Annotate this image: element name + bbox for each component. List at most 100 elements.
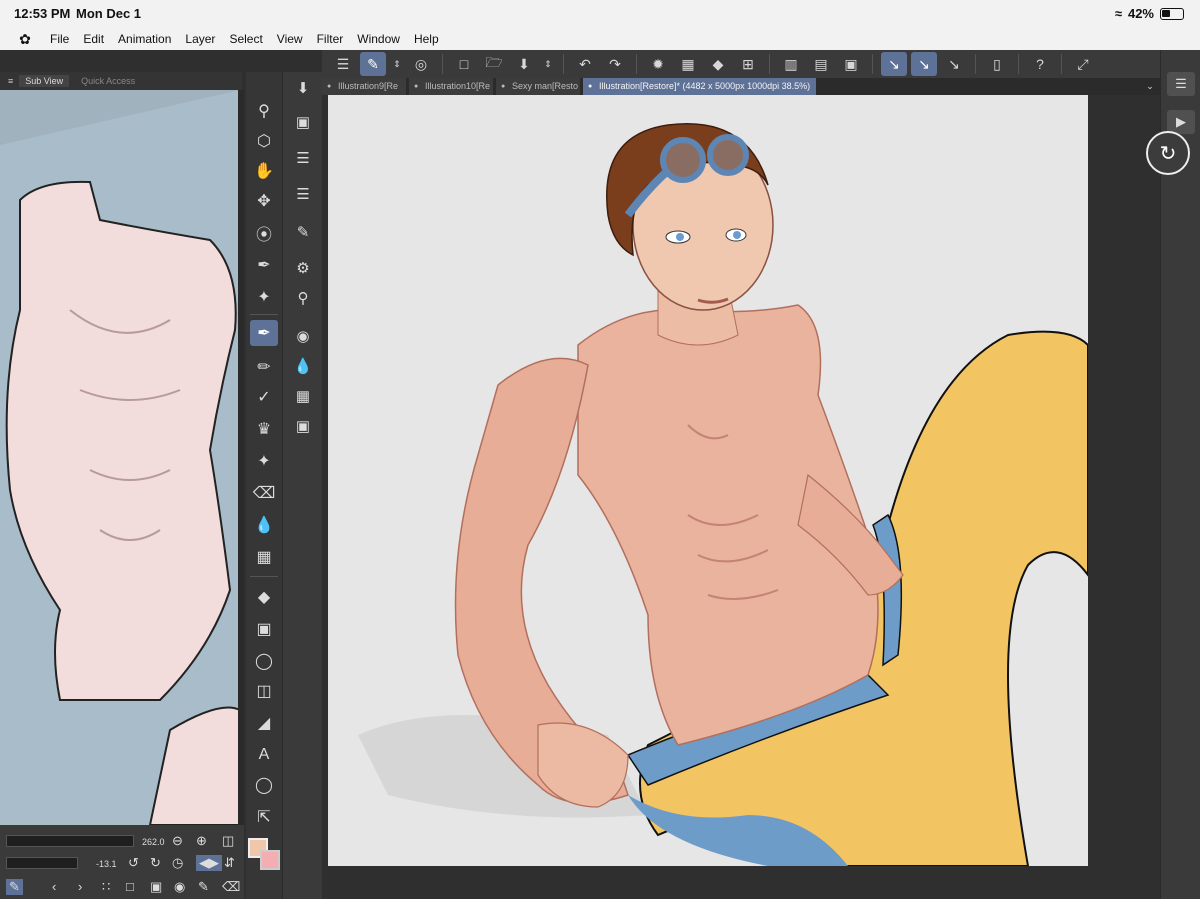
eyedropper-icon[interactable]: ✎ — [6, 879, 23, 895]
chevron-down-icon[interactable]: ⌄ — [1140, 78, 1160, 95]
reset-rotation-icon[interactable]: ◷ — [172, 855, 183, 871]
rotate-view-button[interactable]: ↻ — [1146, 131, 1190, 175]
eraser-icon[interactable]: ⌫ — [250, 480, 278, 506]
drawing-canvas[interactable] — [328, 95, 1088, 866]
palette-icon[interactable]: ▦ — [289, 384, 317, 408]
tab-sexy-man[interactable]: Sexy man[Resto — [496, 78, 580, 95]
import-icon[interactable]: ⬇ — [289, 76, 317, 100]
text-icon[interactable]: A — [250, 742, 278, 768]
gradient-icon[interactable]: ▣ — [250, 616, 278, 642]
color-swatches[interactable] — [248, 838, 282, 878]
sub-view-reference[interactable] — [0, 90, 240, 825]
menu-view[interactable]: View — [277, 32, 314, 46]
tab-quick-access[interactable]: Quick Access — [75, 75, 141, 87]
transform-icon[interactable]: ⊞ — [735, 52, 761, 76]
rotate-left-icon[interactable]: ↺ — [128, 855, 139, 871]
decoration-icon[interactable]: ✦ — [250, 448, 278, 474]
panel-menu-icon[interactable]: ≡ — [8, 76, 13, 86]
zoom-slider[interactable] — [6, 835, 134, 847]
selection-border-icon[interactable]: ▣ — [838, 52, 864, 76]
correct-line-icon[interactable]: ⇱ — [250, 804, 278, 830]
help-icon[interactable]: ? — [1027, 52, 1053, 76]
droplet-icon[interactable]: 💧 — [289, 354, 317, 378]
camera-icon[interactable]: ◉ — [174, 879, 185, 895]
blend-icon[interactable]: 💧 — [250, 512, 278, 538]
menu-filter[interactable]: Filter — [317, 32, 355, 46]
rotate-right-icon[interactable]: ↻ — [150, 855, 161, 871]
previous-image-icon[interactable]: ‹ — [52, 879, 56, 894]
open-folder-icon[interactable]: 🗁 — [481, 52, 507, 76]
edit-image-icon[interactable]: ✎ — [198, 879, 209, 895]
open-folder-icon[interactable]: □ — [126, 879, 134, 894]
hamburger-menu-icon[interactable]: ☰ — [330, 52, 356, 76]
shape-icon[interactable]: ◯ — [250, 648, 278, 674]
save-icon[interactable]: ⬇ — [511, 52, 537, 76]
zoom-in-icon[interactable]: ⊕ — [196, 833, 207, 849]
deselect-icon[interactable]: ▥ — [778, 52, 804, 76]
device-icon[interactable]: ▯ — [984, 52, 1010, 76]
menu-window[interactable]: Window — [357, 32, 411, 46]
eyedropper-icon[interactable]: ✒ — [250, 252, 278, 278]
fill-icon[interactable]: ◆ — [250, 584, 278, 610]
balloon-icon[interactable]: ◯ — [250, 772, 278, 798]
airbrush-icon[interactable]: ♛ — [250, 416, 278, 442]
ruler-icon[interactable]: ◢ — [250, 710, 278, 736]
loading-spinner-icon[interactable]: ✹ — [645, 52, 671, 76]
redo-icon[interactable]: ↷ — [602, 52, 628, 76]
zoom-out-icon[interactable]: ⊖ — [172, 833, 183, 849]
sub-view-scrollbar[interactable] — [238, 90, 244, 825]
sub-color-swatch[interactable] — [260, 850, 280, 870]
flip-vertical-icon[interactable]: ⇵ — [224, 855, 235, 871]
menu-help[interactable]: Help — [414, 32, 450, 46]
tab-illustration-active[interactable]: Illustration[Restore]* (4482 x 5000px 10… — [583, 78, 817, 95]
3d-icon[interactable]: ⬡ — [250, 128, 278, 154]
sliders-icon[interactable]: ⚙ — [289, 256, 317, 280]
properties-icon[interactable]: ✎ — [289, 220, 317, 244]
next-image-icon[interactable]: › — [78, 879, 82, 894]
brush-icon[interactable]: ✓ — [250, 384, 278, 410]
lasso-icon[interactable]: ⦿ — [250, 220, 278, 246]
magnifier-icon[interactable]: ⚲ — [250, 98, 278, 124]
fullscreen-icon[interactable]: ⤢ — [1070, 52, 1096, 76]
rotate-slider[interactable] — [6, 857, 78, 869]
link-icon[interactable]: ◫ — [222, 833, 234, 849]
layers-3d-icon[interactable]: ☰ — [289, 146, 317, 170]
snap-special-ruler-icon[interactable]: ↘ — [911, 52, 937, 76]
tab-illustration9[interactable]: Illustration9[Re — [322, 78, 406, 95]
fill-bucket-icon[interactable]: ◆ — [705, 52, 731, 76]
frame-icon[interactable]: ◫ — [250, 678, 278, 704]
clip-studio-icon[interactable]: ◎ — [408, 52, 434, 76]
layers-panel-icon[interactable]: ☰ — [1167, 72, 1195, 96]
edit-mode-icon[interactable]: ✎ — [360, 52, 386, 76]
clear-icon[interactable]: ▦ — [675, 52, 701, 76]
search-icon[interactable]: ⚲ — [289, 286, 317, 310]
tab-sub-view[interactable]: Sub View — [19, 75, 70, 87]
pen-icon[interactable]: ✒ — [250, 320, 278, 346]
app-logo-icon[interactable]: ✿ — [0, 31, 50, 48]
menu-layer[interactable]: Layer — [185, 32, 226, 46]
tab-illustration10[interactable]: Illustration10[Re — [409, 78, 493, 95]
record-icon[interactable]: ◉ — [289, 324, 317, 348]
figure-icon[interactable]: ▦ — [250, 544, 278, 570]
import-image-icon[interactable]: ▣ — [150, 879, 162, 895]
undo-icon[interactable]: ↶ — [572, 52, 598, 76]
film-icon[interactable]: ▣ — [289, 414, 317, 438]
save-arrows-icon[interactable]: ⇕ — [541, 52, 555, 76]
menu-select[interactable]: Select — [229, 32, 273, 46]
snap-ruler-icon[interactable]: ↘ — [881, 52, 907, 76]
switch-arrows-icon[interactable]: ⇕ — [390, 52, 404, 76]
snap-grid-icon[interactable]: ↘ — [941, 52, 967, 76]
trash-icon[interactable]: ⌫ — [222, 879, 240, 895]
flip-horizontal-icon[interactable]: ◀▶ — [196, 855, 222, 871]
layers-icon[interactable]: ☰ — [289, 182, 317, 206]
auto-select-icon[interactable]: ✦ — [250, 284, 278, 310]
menu-animation[interactable]: Animation — [118, 32, 182, 46]
menu-file[interactable]: File — [50, 32, 80, 46]
camera-icon[interactable]: ▣ — [289, 110, 317, 134]
invert-selection-icon[interactable]: ▤ — [808, 52, 834, 76]
pencil-icon[interactable]: ✏ — [250, 354, 278, 380]
grid-view-icon[interactable]: ∷ — [102, 879, 110, 895]
hand-icon[interactable]: ✋ — [250, 158, 278, 184]
move-icon[interactable]: ✥ — [250, 188, 278, 214]
new-file-icon[interactable]: □ — [451, 52, 477, 76]
